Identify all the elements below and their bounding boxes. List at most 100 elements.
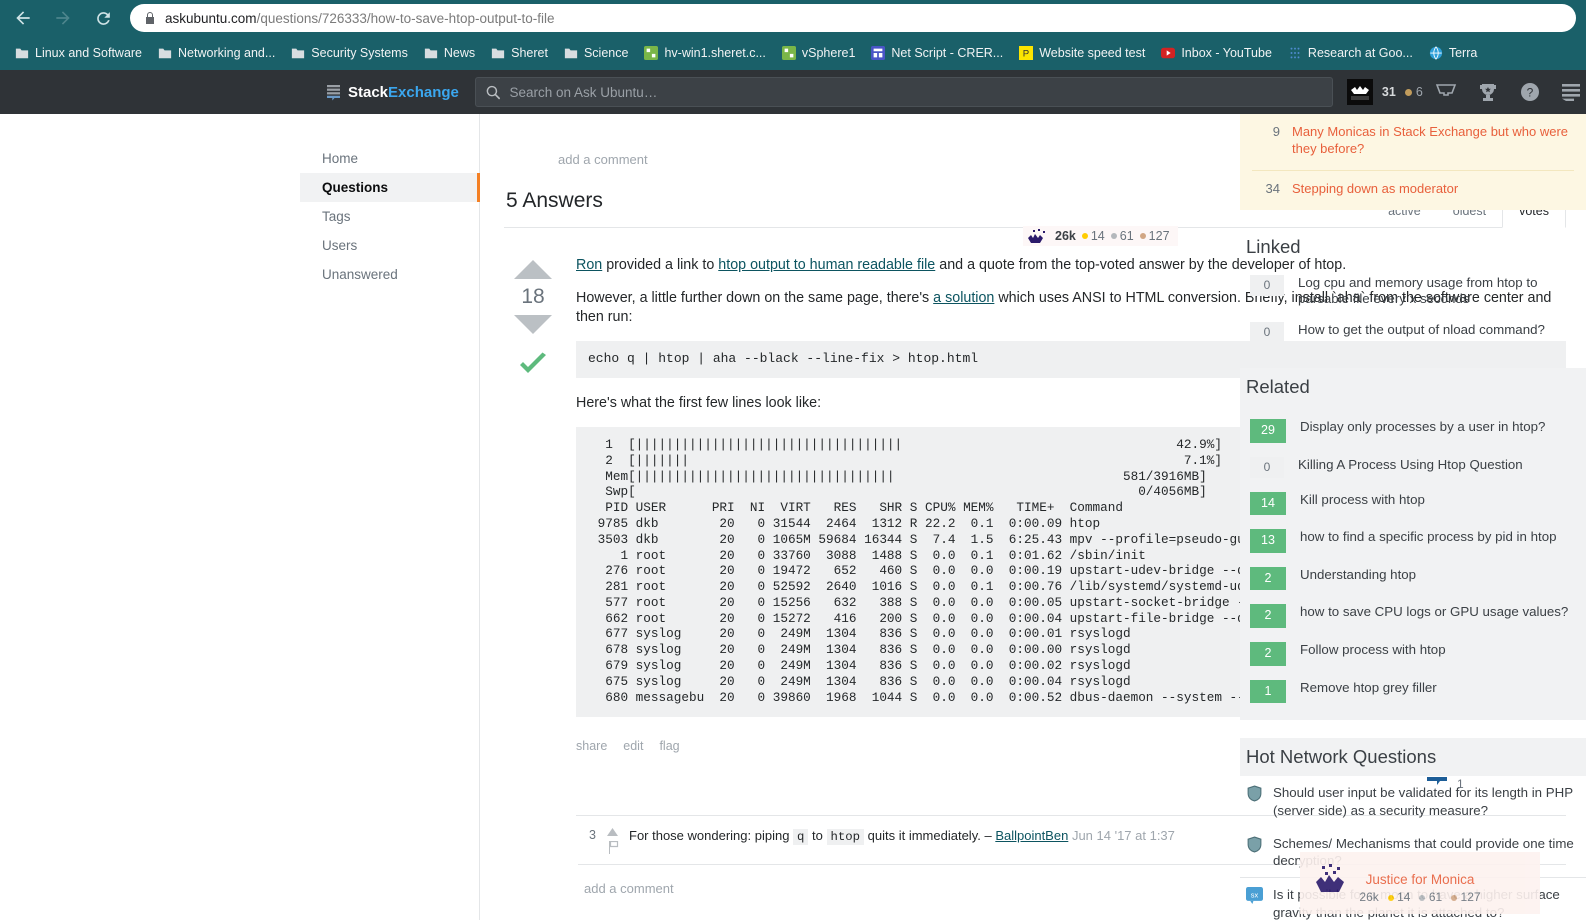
bookmark-science[interactable]: Science bbox=[557, 43, 635, 63]
bookmark-net-script-crer[interactable]: Net Script - CRER... bbox=[864, 43, 1010, 63]
bookmark-vsphere1[interactable]: vSphere1 bbox=[775, 43, 863, 63]
linked-question-title[interactable]: Log cpu and memory usage from htop to pa… bbox=[1298, 275, 1576, 308]
bookmark-label: Inbox - YouTube bbox=[1181, 46, 1272, 60]
sidebar-item-questions[interactable]: Questions bbox=[300, 173, 480, 202]
comment-score: 3 bbox=[589, 828, 596, 843]
badge-count[interactable]: 6 bbox=[1404, 85, 1423, 99]
stackexchange-logo[interactable]: StackExchange bbox=[326, 84, 459, 101]
justice-for-monica-avatar bbox=[1316, 864, 1344, 892]
related-question-title[interactable]: Killing A Process Using Htop Question bbox=[1298, 457, 1523, 474]
comment-code-q: q bbox=[793, 829, 809, 846]
sidebar-item-unanswered[interactable]: Unanswered bbox=[300, 260, 479, 289]
linked-question-votes: 0 bbox=[1250, 274, 1284, 296]
dotted-icon bbox=[1288, 46, 1302, 60]
linked-question-title[interactable]: How to get the output of nload command? bbox=[1298, 322, 1545, 339]
comment-upvote-icon[interactable] bbox=[606, 827, 619, 837]
related-question-title[interactable]: Follow process with htop bbox=[1300, 642, 1446, 659]
bookmark-label: Linux and Software bbox=[35, 46, 143, 60]
flag-link[interactable]: flag bbox=[659, 739, 679, 753]
downvote-arrow-icon[interactable] bbox=[514, 315, 552, 334]
related-question-title[interactable]: Display only processes by a user in htop… bbox=[1300, 419, 1545, 436]
sidebar-item-tags[interactable]: Tags bbox=[300, 202, 479, 231]
related-question-row[interactable]: 2 Understanding htop bbox=[1244, 560, 1582, 598]
svg-text:P: P bbox=[1023, 49, 1029, 60]
address-bar[interactable]: askubuntu.com/questions/726333/how-to-sa… bbox=[130, 4, 1576, 32]
related-question-title[interactable]: how to find a specific process by pid in… bbox=[1300, 529, 1556, 546]
related-question-title[interactable]: how to save CPU logs or GPU usage values… bbox=[1300, 604, 1568, 621]
hamburger-icon[interactable] bbox=[1553, 75, 1586, 109]
right-sidebar: 9 Many Monicas in Stack Exchange but who … bbox=[1240, 114, 1586, 920]
a-solution-link[interactable]: a solution bbox=[933, 290, 994, 306]
related-question-row[interactable]: 1 Remove htop grey filler bbox=[1244, 673, 1582, 711]
related-question-row[interactable]: 29 Display only processes by a user in ht… bbox=[1244, 412, 1582, 450]
htop-output-link[interactable]: htop output to human readable file bbox=[718, 257, 935, 273]
inbox-icon[interactable] bbox=[1427, 75, 1465, 109]
related-question-title[interactable]: Understanding htop bbox=[1300, 567, 1416, 584]
folder-icon bbox=[424, 46, 438, 60]
search-box[interactable] bbox=[474, 77, 1333, 107]
sidebar-item-users[interactable]: Users bbox=[300, 231, 479, 260]
search-input[interactable] bbox=[509, 84, 1322, 100]
upvote-arrow-icon[interactable] bbox=[514, 260, 552, 279]
meta-post-row[interactable]: 9 Many Monicas in Stack Exchange but who … bbox=[1252, 114, 1574, 170]
bookmark-news[interactable]: News bbox=[417, 43, 482, 63]
help-icon[interactable]: ? bbox=[1511, 75, 1549, 109]
comment-date: Jun 14 '17 at 1:37 bbox=[1071, 828, 1175, 844]
hovercard-bronze: 127 bbox=[1451, 890, 1481, 904]
bookmark-research-at-goo[interactable]: Research at Goo... bbox=[1281, 43, 1420, 63]
bookmark-networking-and[interactable]: Networking and... bbox=[151, 43, 282, 63]
bookmark-label: Science bbox=[583, 46, 629, 60]
related-question-row[interactable]: 2 how to save CPU logs or GPU usage value… bbox=[1244, 597, 1582, 635]
meta-post-title[interactable]: Stepping down as moderator bbox=[1292, 181, 1458, 198]
related-question-row[interactable]: 2 Follow process with htop bbox=[1244, 635, 1582, 673]
security-shield-icon bbox=[1246, 784, 1263, 802]
back-arrow-icon[interactable] bbox=[10, 5, 36, 31]
bookmark-terra[interactable]: Terra bbox=[1422, 43, 1484, 63]
related-question-row[interactable]: 13 how to find a specific process by pid … bbox=[1244, 522, 1582, 560]
linked-question-row[interactable]: 0 Log cpu and memory usage from htop to p… bbox=[1244, 268, 1582, 315]
share-link[interactable]: share bbox=[576, 739, 607, 753]
bookmark-inbox-youtube[interactable]: Inbox - YouTube bbox=[1154, 43, 1279, 63]
page-title: 5 Answers bbox=[506, 189, 603, 212]
bronze-badge-dot bbox=[1404, 88, 1412, 96]
flag-icon[interactable] bbox=[607, 841, 619, 855]
related-question-title[interactable]: Kill process with htop bbox=[1300, 492, 1425, 509]
bookmark-label: Security Systems bbox=[311, 46, 408, 60]
bookmark-linux-and-software[interactable]: Linux and Software bbox=[8, 43, 149, 63]
meta-post-title[interactable]: Many Monicas in Stack Exchange but who w… bbox=[1292, 124, 1574, 158]
hot-question-row[interactable]: Should user input be validated for its l… bbox=[1240, 776, 1586, 827]
comment-author-link[interactable]: BallpointBen bbox=[995, 828, 1068, 843]
related-question-votes: 2 bbox=[1250, 604, 1286, 629]
bookmark-sheret[interactable]: Sheret bbox=[484, 43, 555, 63]
justice-for-monica-avatar bbox=[1028, 229, 1045, 243]
bookmark-label: hv-win1.sheret.c... bbox=[664, 46, 766, 60]
bookmark-security-systems[interactable]: Security Systems bbox=[284, 43, 415, 63]
bookmark-website-speed-test[interactable]: P Website speed test bbox=[1012, 43, 1152, 63]
related-question-title[interactable]: Remove htop grey filler bbox=[1300, 680, 1437, 697]
green-app-icon bbox=[644, 46, 659, 60]
ron-link[interactable]: Ron bbox=[576, 257, 602, 273]
hovercard-gold: 14 bbox=[1387, 890, 1410, 904]
bookmark-hv-win1-sheret-c[interactable]: hv-win1.sheret.c... bbox=[637, 43, 772, 63]
sidebar-item-label: Questions bbox=[322, 180, 389, 195]
related-question-row[interactable]: 14 Kill process with htop bbox=[1244, 485, 1582, 523]
related-question-votes: 1 bbox=[1250, 679, 1286, 704]
trophy-icon[interactable] bbox=[1469, 75, 1507, 109]
linked-question-row[interactable]: 0 How to get the output of nload command? bbox=[1244, 315, 1582, 350]
related-question-row[interactable]: 0 Killing A Process Using Htop Question bbox=[1244, 450, 1582, 485]
sidebar-item-label: Users bbox=[322, 238, 358, 253]
folder-icon bbox=[158, 46, 172, 60]
meta-post-row[interactable]: 34 Stepping down as moderator bbox=[1252, 169, 1574, 210]
hot-question-title[interactable]: Should user input be validated for its l… bbox=[1273, 784, 1580, 819]
reload-icon[interactable] bbox=[90, 5, 116, 31]
question-author-reputation-chip[interactable]: 26k 14 61 127 bbox=[1023, 226, 1178, 246]
sidebar-item-home[interactable]: Home bbox=[300, 144, 479, 173]
related-question-votes: 29 bbox=[1250, 418, 1286, 443]
reputation-count[interactable]: 31 bbox=[1382, 85, 1396, 99]
user-hovercard: Justice for Monica 26k 14 61 127 bbox=[1300, 852, 1540, 914]
meta-post-votes: 34 bbox=[1265, 180, 1280, 196]
silver-badges: 61 bbox=[1110, 229, 1134, 243]
avatar[interactable] bbox=[1346, 79, 1373, 105]
edit-link[interactable]: edit bbox=[623, 739, 643, 753]
folder-icon bbox=[491, 46, 505, 60]
